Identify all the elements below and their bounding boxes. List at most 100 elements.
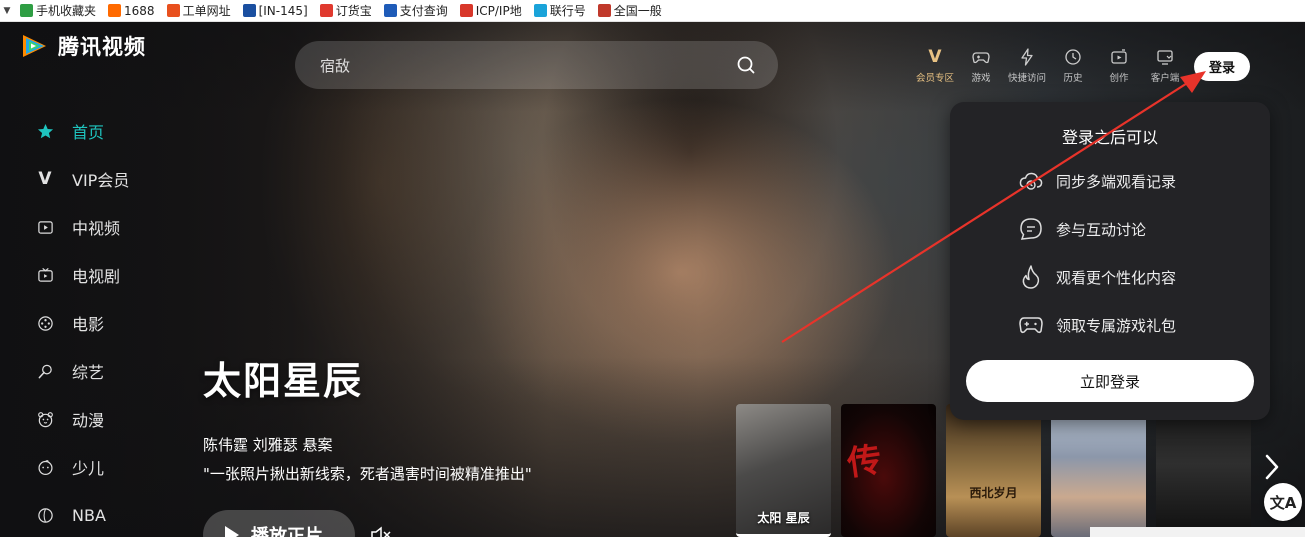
bookmark-item[interactable]: 手机收藏夹 (14, 0, 102, 22)
bookmark-item[interactable]: ICP/IP地 (454, 0, 528, 22)
benefit-item: 领取专属游戏礼包 (1018, 312, 1176, 338)
sidebar: 首页 V VIP会员 中视频 电视剧 电影 综艺 动漫 少儿 NBA (36, 107, 129, 537)
sidebar-item-mid-video[interactable]: 中视频 (36, 203, 129, 251)
thumbnail-card[interactable]: 西北岁月 (946, 404, 1041, 537)
search-input[interactable]: 宿敌 (320, 55, 736, 76)
nav-vip-zone[interactable]: V 会员专区 (912, 48, 958, 84)
benefit-label: 参与互动讨论 (1056, 220, 1147, 239)
sidebar-item-home[interactable]: 首页 (36, 107, 129, 155)
camera-icon (1111, 49, 1127, 64)
chevron-right-icon[interactable] (1262, 450, 1282, 484)
nav-client[interactable]: 客户端 (1142, 48, 1188, 84)
sidebar-item-kids[interactable]: 少儿 (36, 443, 129, 491)
sidebar-item-anime[interactable]: 动漫 (36, 395, 129, 443)
clock-icon (1065, 49, 1081, 65)
nav-label: 创作 (1109, 73, 1129, 84)
1688-logo-icon (108, 4, 122, 17)
nav-games[interactable]: 游戏 (958, 48, 1004, 84)
bookmark-label: 手机收藏夹 (36, 4, 97, 18)
sidebar-item-label: VIP会员 (72, 171, 130, 190)
gamepad-icon (972, 52, 990, 64)
bookmark-label: 工单网址 (182, 4, 231, 18)
kid-face-icon (36, 458, 54, 476)
play-button[interactable]: 播放正片 (203, 510, 355, 537)
hero-title: 太阳星辰 (203, 358, 364, 403)
tencent-video-logo-icon (20, 33, 50, 59)
bookmark-item[interactable]: 全国一般 (592, 0, 668, 22)
lightning-icon (1021, 48, 1033, 66)
sidebar-item-label: 综艺 (72, 363, 105, 382)
bookmark-label: 全国一般 (613, 4, 662, 18)
search-box[interactable]: 宿敌 (295, 41, 778, 89)
bookmarks-bar: ▼ 手机收藏夹 1688 工单网址 [IN-145] 订货宝 支付查询 ICP/… (0, 0, 1305, 22)
sidebar-item-vip[interactable]: V VIP会员 (36, 155, 129, 203)
popup-title: 登录之后可以 (1061, 128, 1158, 147)
bookmark-item[interactable]: 1688 (102, 0, 161, 22)
thumbnail-card[interactable] (1156, 404, 1251, 537)
film-reel-icon (36, 314, 54, 332)
benefit-item: 同步多端观看记录 (1018, 168, 1176, 194)
jira-icon (242, 4, 256, 17)
qbi-logo-icon (383, 4, 397, 17)
vip-icon: V (928, 47, 942, 67)
thumbnail-title: 西北岁月 (969, 486, 1018, 500)
phone-icon (20, 4, 33, 17)
bookmark-label: 1688 (124, 3, 155, 18)
sidebar-item-label: 电视剧 (72, 267, 121, 286)
benefit-label: 同步多端观看记录 (1056, 172, 1177, 191)
tv-icon (36, 266, 54, 284)
bookmark-item[interactable]: 订货宝 (314, 0, 378, 22)
nav-label: 会员专区 (915, 73, 954, 84)
thumbnail-card[interactable]: 太阳 星辰 (736, 404, 831, 537)
bank-icon (533, 4, 547, 17)
bear-icon (36, 410, 54, 428)
nav-label: 游戏 (971, 73, 991, 84)
bookmark-item[interactable]: 工单网址 (161, 0, 237, 22)
logo-text: 腾讯视频 (58, 35, 146, 59)
translate-icon[interactable]: 文A (1264, 483, 1302, 521)
thumbnail-card[interactable] (1051, 404, 1146, 537)
cloud-sync-icon (1019, 172, 1043, 190)
basketball-icon (36, 506, 54, 524)
top-nav: V 会员专区 游戏 快捷访问 历史 创作 客户端 (912, 48, 1188, 84)
login-button[interactable]: 登录 (1194, 52, 1250, 81)
monitor-icon (1157, 50, 1173, 65)
bookmark-label: [IN-145] (258, 3, 308, 18)
play-icon (225, 526, 239, 537)
sidebar-item-label: 首页 (72, 123, 105, 142)
login-now-button[interactable]: 立即登录 (966, 360, 1254, 402)
nav-quick-access[interactable]: 快捷访问 (1004, 48, 1050, 84)
sidebar-item-label: 电影 (72, 315, 105, 334)
mute-icon[interactable] (370, 525, 392, 537)
star-icon (36, 122, 54, 140)
thumbnail-card[interactable]: 传 (841, 404, 936, 537)
search-icon[interactable] (736, 55, 756, 75)
bookmarks-dropdown-icon[interactable]: ▼ (0, 6, 14, 16)
nav-label: 快捷访问 (1007, 73, 1046, 84)
nav-create[interactable]: 创作 (1096, 48, 1142, 84)
sidebar-item-label: 动漫 (72, 411, 105, 430)
nav-history[interactable]: 历史 (1050, 48, 1096, 84)
building-icon (597, 4, 611, 17)
bookmark-item[interactable]: [IN-145] (237, 0, 314, 22)
logo[interactable]: 腾讯视频 (20, 31, 146, 61)
benefit-item: 参与互动讨论 (1018, 216, 1146, 242)
flame-icon (1022, 265, 1040, 289)
benefit-item: 观看更个性化内容 (1018, 264, 1176, 290)
nav-label: 历史 (1063, 73, 1083, 84)
hero-thumbnail-strip: 太阳 星辰 传 西北岁月 (736, 404, 1251, 537)
nav-label: 客户端 (1150, 73, 1180, 84)
vip-v-icon: V (38, 169, 52, 189)
sidebar-item-variety[interactable]: 综艺 (36, 347, 129, 395)
icp-icon (459, 4, 473, 17)
taskbar-tray (1090, 527, 1305, 537)
bookmark-item[interactable]: 联行号 (528, 0, 592, 22)
sidebar-item-tv-series[interactable]: 电视剧 (36, 251, 129, 299)
microphone-icon (36, 362, 54, 380)
sidebar-item-nba[interactable]: NBA (36, 491, 129, 537)
sidebar-item-movies[interactable]: 电影 (36, 299, 129, 347)
bookmark-label: 联行号 (549, 4, 586, 18)
bookmark-label: ICP/IP地 (475, 4, 522, 18)
bookmark-item[interactable]: 支付查询 (378, 0, 454, 22)
gamepad-icon (1019, 317, 1043, 334)
